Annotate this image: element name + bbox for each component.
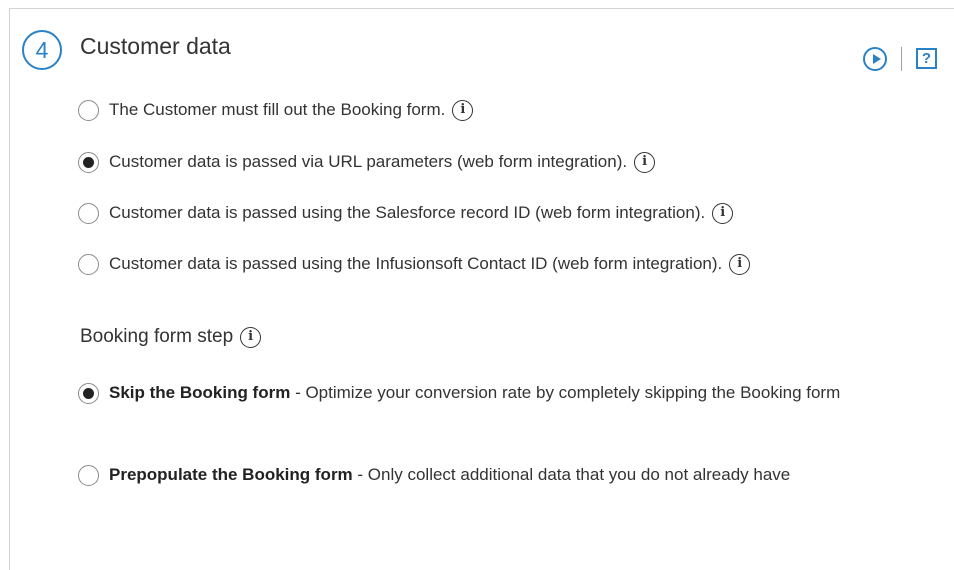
customer-option-infusionsoft[interactable]: Customer data is passed using the Infusi…	[78, 251, 751, 277]
radio-button[interactable]	[78, 202, 99, 224]
info-icon[interactable]: i	[634, 151, 656, 173]
radio-button[interactable]	[78, 253, 99, 275]
booking-step-option-text: Skip the Booking form - Optimize your co…	[109, 378, 840, 408]
customer-option-label: Customer data is passed using the Salesf…	[109, 203, 706, 222]
booking-step-option-description: - Optimize your conversion rate by compl…	[290, 383, 841, 402]
booking-form-step-label: Booking form step i	[80, 324, 262, 350]
step-number-badge: 4	[22, 30, 62, 70]
info-icon[interactable]: i	[240, 326, 262, 348]
customer-option-salesforce[interactable]: Customer data is passed using the Salesf…	[78, 200, 734, 226]
booking-step-option-description: - Only collect additional data that you …	[352, 465, 791, 484]
customer-option-label: Customer data is passed via URL paramete…	[109, 152, 628, 171]
customer-option-url-params[interactable]: Customer data is passed via URL paramete…	[78, 149, 656, 175]
play-icon[interactable]	[863, 47, 887, 71]
section-title: Customer data	[80, 33, 231, 59]
info-icon[interactable]: i	[712, 202, 734, 224]
booking-form-step-text: Booking form step	[80, 326, 234, 347]
customer-data-panel: 4 Customer data ? The Customer must fill…	[9, 8, 954, 570]
radio-button[interactable]	[78, 465, 99, 486]
booking-step-option-title: Skip the Booking form	[109, 383, 291, 402]
customer-option-label: Customer data is passed using the Infusi…	[109, 254, 723, 273]
booking-step-option-title: Prepopulate the Booking form	[109, 465, 353, 484]
help-icon[interactable]: ?	[916, 48, 937, 69]
radio-button-checked[interactable]	[78, 151, 99, 173]
radio-button-checked[interactable]	[78, 383, 99, 404]
info-icon[interactable]: i	[729, 253, 751, 275]
radio-button[interactable]	[78, 99, 99, 121]
customer-option-label: The Customer must fill out the Booking f…	[109, 100, 446, 119]
customer-option-fill-form[interactable]: The Customer must fill out the Booking f…	[78, 97, 474, 123]
booking-step-option-prepopulate[interactable]: Prepopulate the Booking form - Only coll…	[78, 462, 928, 490]
toolbar-divider	[901, 47, 902, 71]
booking-step-option-skip[interactable]: Skip the Booking form - Optimize your co…	[78, 380, 928, 408]
booking-step-option-text: Prepopulate the Booking form - Only coll…	[109, 460, 790, 490]
info-icon[interactable]: i	[452, 99, 474, 121]
